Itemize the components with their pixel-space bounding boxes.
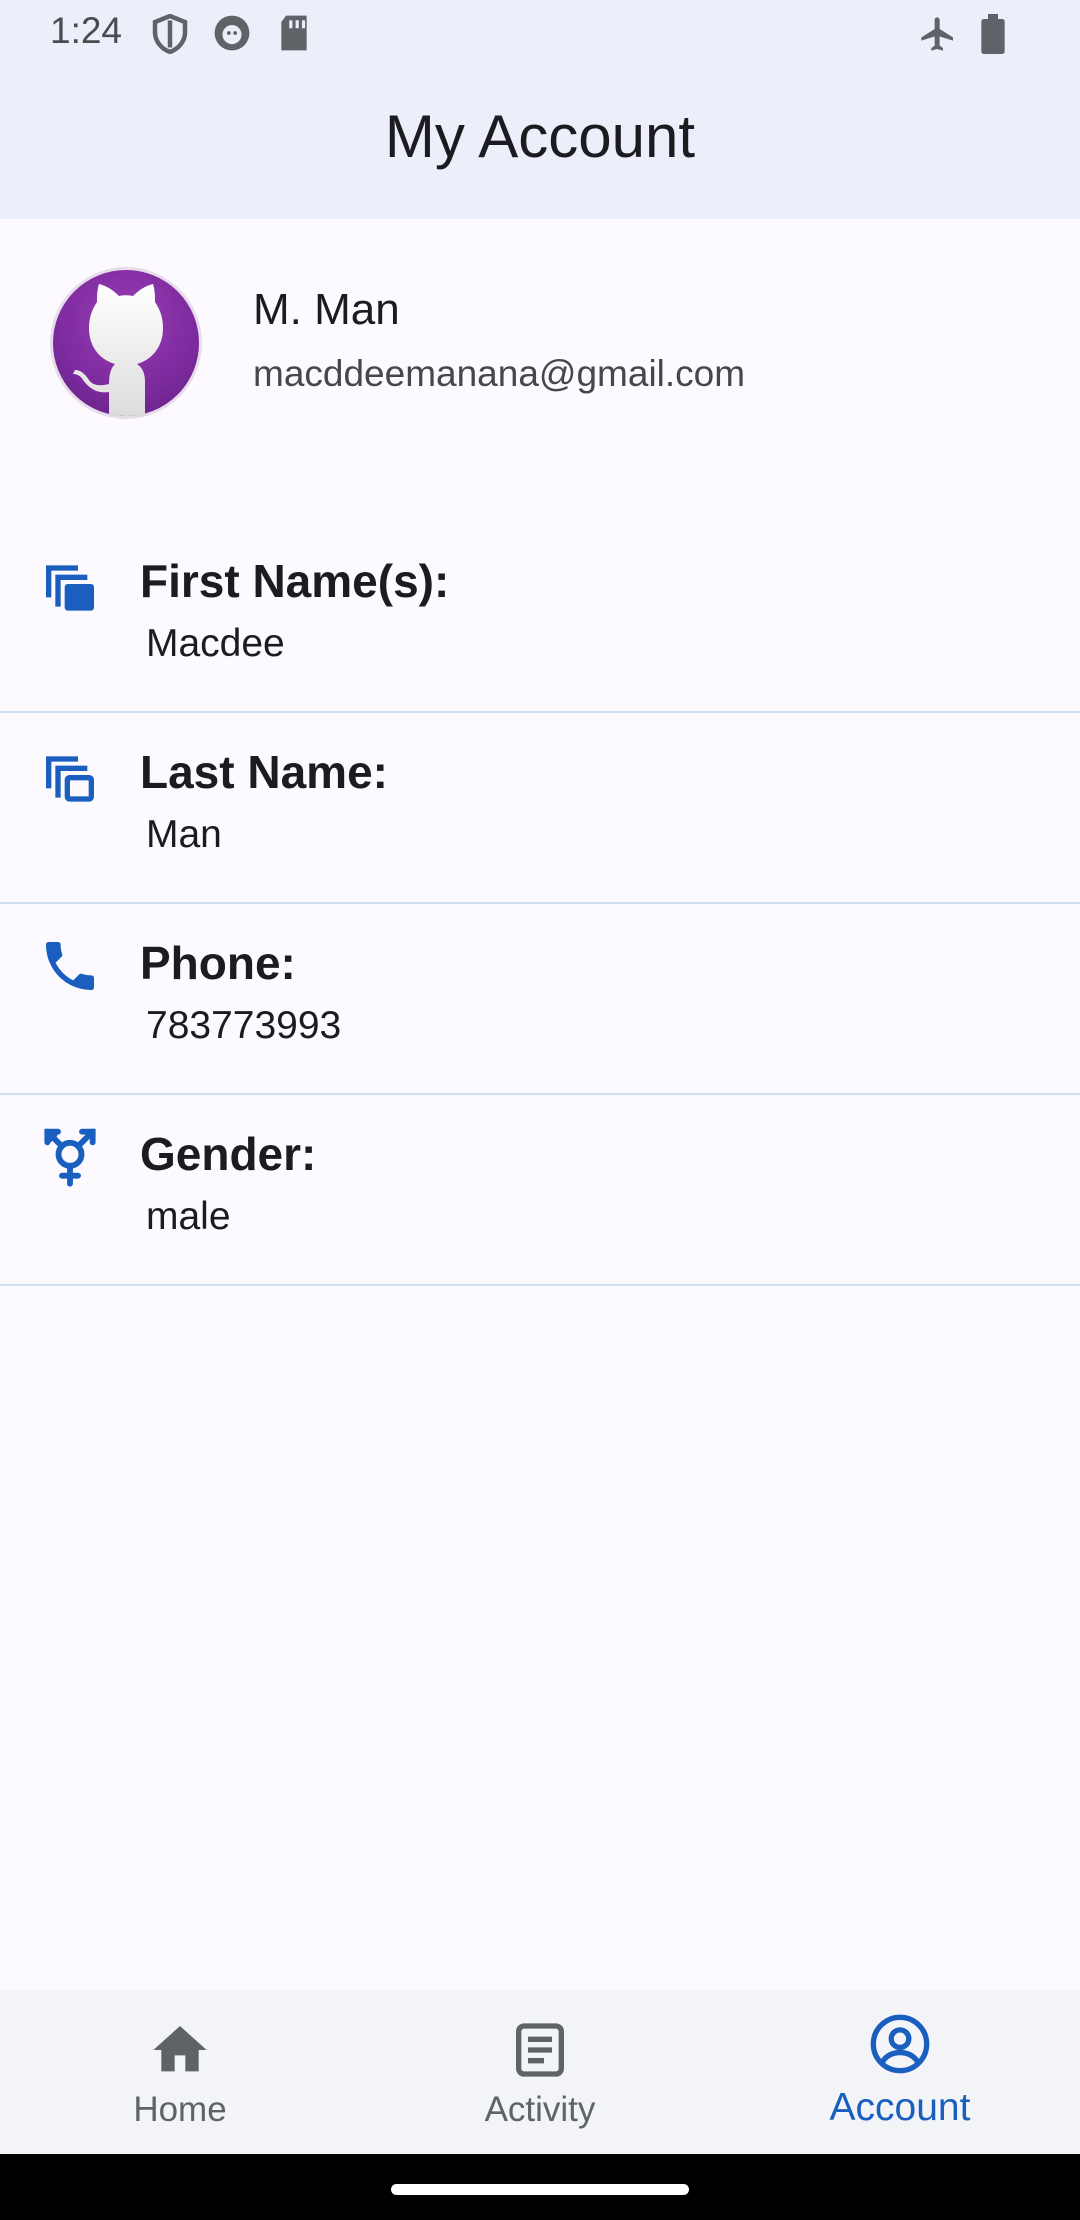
phone-value: 783773993 — [146, 1004, 342, 1047]
first-name-row[interactable]: First Name(s): Macdee — [0, 522, 1080, 713]
copy-filled-icon[interactable] — [38, 552, 102, 616]
nav-item-account[interactable]: Account — [720, 1990, 1080, 2154]
battery-icon — [980, 14, 1006, 59]
home-gesture-handle[interactable] — [391, 2184, 689, 2195]
gender-row[interactable]: Gender: male — [0, 1095, 1080, 1286]
cat-face-icon — [213, 14, 251, 57]
nav-label-home: Home — [133, 2090, 227, 2129]
home-icon — [148, 2018, 212, 2082]
nav-item-activity[interactable]: Activity — [360, 1990, 720, 2154]
phone-icon[interactable] — [38, 934, 102, 998]
sd-card-icon — [278, 14, 310, 57]
status-bar: 1:24 — [0, 0, 1080, 68]
nav-label-activity: Activity — [484, 2090, 596, 2129]
first-name-value: Macdee — [146, 622, 285, 665]
system-navigation-bar — [0, 2154, 1080, 2220]
phone-label: Phone: — [140, 937, 296, 989]
shield-icon — [152, 13, 188, 59]
gender-icon[interactable] — [38, 1125, 102, 1189]
last-name-label: Last Name: — [140, 746, 388, 798]
phone-row[interactable]: Phone: 783773993 — [0, 904, 1080, 1095]
activity-icon — [508, 2018, 572, 2082]
gender-value: male — [146, 1195, 231, 1238]
top-app-bar: 1:24 My Account — [0, 0, 1080, 219]
github-octocat-icon — [73, 284, 163, 416]
page-title: My Account — [384, 103, 696, 170]
nav-item-home[interactable]: Home — [0, 1990, 360, 2154]
first-name-label: First Name(s): — [140, 555, 450, 607]
status-time: 1:24 — [50, 10, 123, 51]
account-icon — [868, 2012, 932, 2076]
last-name-value: Man — [146, 813, 222, 856]
avatar[interactable] — [50, 267, 202, 419]
bottom-navigation: Home Activity Account — [0, 1990, 1080, 2154]
gender-label: Gender: — [140, 1128, 317, 1180]
profile-name: M. Man — [253, 285, 400, 334]
airplane-icon — [918, 14, 958, 59]
copy-outline-icon[interactable] — [38, 743, 102, 807]
profile-email: macddeemanana@gmail.com — [253, 353, 746, 394]
profile-header: M. Man macddeemanana@gmail.com — [0, 219, 1080, 479]
nav-label-account: Account — [829, 2086, 971, 2129]
last-name-row[interactable]: Last Name: Man — [0, 713, 1080, 904]
